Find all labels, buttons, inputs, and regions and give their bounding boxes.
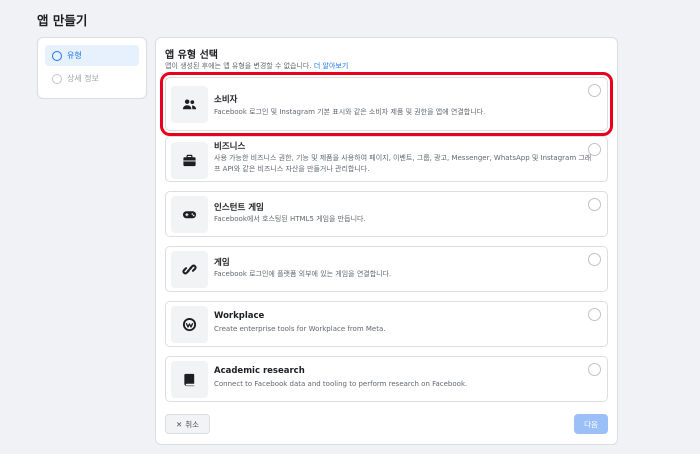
cancel-button[interactable]: ✕ 취소 — [165, 414, 210, 434]
card-radio[interactable] — [588, 363, 601, 376]
step-type[interactable]: 유형 — [45, 45, 139, 66]
app-type-card-workplace[interactable]: Workplace Create enterprise tools for Wo… — [165, 301, 608, 347]
workplace-icon — [171, 306, 208, 343]
card-title: 소비자 — [214, 95, 238, 105]
card-description: Facebook 로그인 및 Instagram 기본 표시와 같은 소비자 제… — [214, 108, 486, 116]
app-type-card-consumer[interactable]: 소비자 Facebook 로그인 및 Instagram 기본 표시와 같은 소… — [160, 72, 613, 136]
panel-subtitle-text: 앱이 생성된 후에는 앱 유형을 변경할 수 없습니다. — [165, 62, 312, 70]
step-indicator-icon — [52, 50, 62, 61]
briefcase-icon — [171, 142, 208, 179]
card-title: Workplace — [214, 311, 265, 321]
card-title: 비즈니스 — [214, 142, 246, 152]
step-details[interactable]: 상세 정보 — [45, 68, 139, 89]
card-description: Facebook에서 호스팅된 HTML5 게임을 만듭니다. — [214, 215, 366, 223]
card-radio[interactable] — [588, 198, 601, 211]
step-label: 상세 정보 — [67, 74, 99, 83]
card-description: Facebook 로그인에 플랫폼 외부에 있는 게임을 연결합니다. — [214, 270, 392, 278]
link-icon — [171, 251, 208, 288]
panel-title: 앱 유형 선택 — [165, 50, 218, 61]
card-radio[interactable] — [588, 308, 601, 321]
panel-subtitle: 앱이 생성된 후에는 앱 유형을 변경할 수 없습니다. 더 알아보기 — [165, 61, 348, 71]
cancel-label: 취소 — [185, 419, 200, 429]
step-list: 유형 상세 정보 — [37, 37, 147, 99]
next-button[interactable]: 다음 — [574, 414, 608, 434]
card-title: 게임 — [214, 258, 230, 268]
card-title: 인스턴트 게임 — [214, 203, 264, 213]
card-description: Create enterprise tools for Workplace fr… — [214, 325, 386, 333]
app-type-card-games[interactable]: 게임 Facebook 로그인에 플랫폼 외부에 있는 게임을 연결합니다. — [165, 246, 608, 292]
step-indicator-icon — [52, 73, 62, 84]
app-type-card-instant-games[interactable]: 인스턴트 게임 Facebook에서 호스팅된 HTML5 게임을 만듭니다. — [165, 191, 608, 237]
card-title: Academic research — [214, 366, 305, 376]
step-label: 유형 — [67, 51, 82, 60]
card-description: 사용 가능한 비즈니스 권한, 기능 및 제품을 사용하여 페이지, 이벤트, … — [214, 154, 592, 173]
card-description: Connect to Facebook data and tooling to … — [214, 380, 468, 388]
page-title: 앱 만들기 — [37, 13, 88, 28]
learn-more-link[interactable]: 더 알아보기 — [314, 62, 348, 70]
app-type-panel: 앱 유형 선택 앱이 생성된 후에는 앱 유형을 변경할 수 없습니다. 더 알… — [155, 37, 618, 445]
gamepad-icon — [171, 196, 208, 233]
app-type-card-academic-research[interactable]: Academic research Connect to Facebook da… — [165, 356, 608, 402]
card-radio[interactable] — [588, 143, 601, 156]
app-type-card-business[interactable]: 비즈니스 사용 가능한 비즈니스 권한, 기능 및 제품을 사용하여 페이지, … — [165, 136, 608, 182]
people-icon — [171, 86, 208, 123]
card-radio[interactable] — [588, 253, 601, 266]
notebook-icon — [171, 361, 208, 398]
close-icon: ✕ — [175, 419, 183, 429]
card-radio[interactable] — [588, 84, 601, 97]
